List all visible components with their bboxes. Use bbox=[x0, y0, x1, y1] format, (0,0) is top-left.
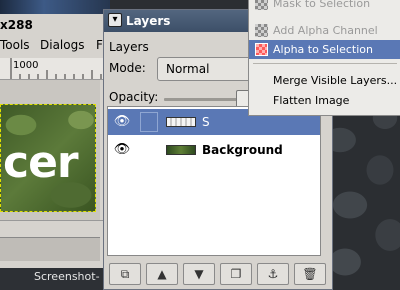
raise-layer-icon[interactable]: ▲ bbox=[146, 263, 178, 285]
mode-label: Mode: bbox=[109, 61, 146, 75]
status-field bbox=[0, 237, 100, 261]
image-window-title-text: x288 bbox=[0, 18, 33, 32]
menu-filters[interactable]: F bbox=[96, 38, 103, 52]
layer-name[interactable]: Background bbox=[202, 143, 283, 157]
menu-item-label: Mask to Selection bbox=[273, 0, 371, 10]
eye-icon[interactable]: 👁 bbox=[113, 113, 131, 131]
menu-dialogs[interactable]: Dialogs bbox=[40, 38, 84, 52]
image-menubar: Tools Dialogs F bbox=[0, 36, 108, 56]
taskbar: Screenshot- bbox=[0, 268, 108, 290]
menu-item-mask-to-selection[interactable]: Mask to Selection bbox=[249, 0, 400, 13]
lower-layer-icon[interactable]: ▼ bbox=[183, 263, 215, 285]
layers-title: Layers bbox=[126, 14, 171, 28]
chain-toggle[interactable] bbox=[140, 112, 158, 132]
horizontal-ruler: 1000 bbox=[0, 58, 108, 80]
menu-item-flatten-image[interactable]: Flatten Image bbox=[249, 91, 400, 110]
desktop-wallpaper-strip bbox=[0, 0, 110, 14]
menu-item-label: Merge Visible Layers... bbox=[273, 74, 398, 87]
menu-item-add-alpha-channel[interactable]: Add Alpha Channel bbox=[249, 21, 400, 40]
layer-thumbnail bbox=[166, 117, 196, 127]
layers-scrollbar[interactable] bbox=[321, 106, 331, 256]
menu-item-label: Flatten Image bbox=[273, 94, 350, 107]
image-window: x288 Tools Dialogs F 1000 cer bbox=[0, 14, 108, 270]
duplicate-layer-icon[interactable]: ❐ bbox=[220, 263, 252, 285]
layers-list: 👁 S 👁 Background bbox=[107, 106, 321, 256]
taskbar-item-label[interactable]: Screenshot- bbox=[34, 270, 100, 283]
menu-item-alpha-to-selection[interactable]: Alpha to Selection bbox=[249, 40, 400, 59]
eye-icon[interactable]: 👁 bbox=[113, 141, 131, 159]
layers-context-menu: Mask to Selection Add Alpha Channel Alph… bbox=[248, 0, 400, 116]
layer-name[interactable]: S bbox=[202, 115, 210, 129]
new-layer-icon[interactable]: ⧉ bbox=[109, 263, 141, 285]
layer-thumbnail bbox=[166, 145, 196, 155]
menu-item-label: Alpha to Selection bbox=[273, 43, 374, 56]
menu-tools[interactable]: Tools bbox=[0, 38, 30, 52]
canvas-area[interactable]: cer bbox=[0, 80, 100, 220]
anchor-layer-icon[interactable]: ⚓ bbox=[257, 263, 289, 285]
layers-heading: Layers bbox=[109, 40, 149, 54]
canvas-image[interactable]: cer bbox=[0, 104, 96, 212]
menu-item-merge-visible-layers[interactable]: Merge Visible Layers... bbox=[249, 71, 400, 90]
window-menu-icon[interactable]: ▾ bbox=[108, 13, 122, 27]
mode-select-value: Normal bbox=[166, 62, 210, 76]
layers-button-bar: ⧉ ▲ ▼ ❐ ⚓ 🗑 bbox=[107, 263, 329, 287]
image-statusbar bbox=[0, 220, 108, 270]
chain-toggle[interactable] bbox=[140, 140, 158, 160]
alpha-to-selection-icon bbox=[255, 43, 268, 56]
image-window-title: x288 bbox=[0, 14, 108, 36]
layer-row[interactable]: 👁 Background bbox=[108, 137, 320, 163]
mask-selection-icon bbox=[255, 0, 268, 10]
menu-separator bbox=[253, 63, 397, 64]
ruler-label: 1000 bbox=[13, 60, 39, 71]
alpha-channel-icon bbox=[255, 24, 268, 37]
menu-item-label: Add Alpha Channel bbox=[273, 24, 378, 37]
delete-layer-icon[interactable]: 🗑 bbox=[294, 263, 326, 285]
opacity-label: Opacity: bbox=[109, 90, 159, 104]
canvas-text: cer bbox=[3, 137, 79, 188]
